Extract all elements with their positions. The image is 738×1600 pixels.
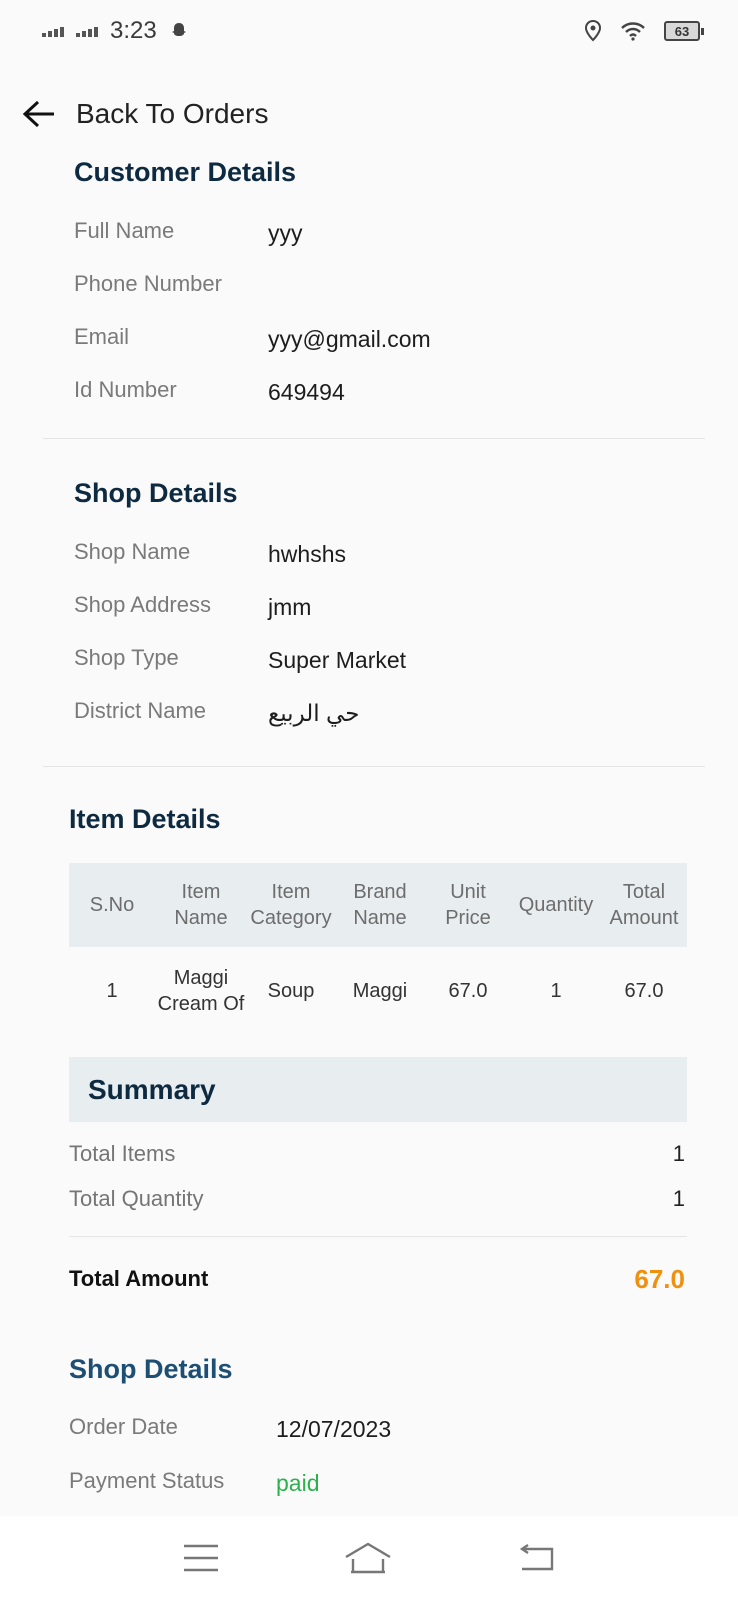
- table-row: 1 Maggi Cream Of Soup Maggi 67.0 1 67.0: [69, 947, 687, 1035]
- back-to-orders-button[interactable]: Back To Orders: [22, 92, 268, 136]
- customer-details-title: Customer Details: [74, 157, 297, 187]
- district-name-value: حي الربيع: [268, 700, 360, 726]
- table-cell: 1: [106, 980, 118, 1002]
- back-label: Back To Orders: [76, 98, 269, 129]
- column-header: Total Amount: [609, 881, 679, 929]
- table-cell: 67.0: [448, 980, 488, 1002]
- shop-name-value: hwhshs: [268, 541, 346, 567]
- column-header: Item Name: [174, 881, 228, 929]
- total-items-label: Total Items: [69, 1141, 176, 1166]
- shop-type-label: Shop Type: [74, 645, 179, 670]
- table-cell: 1: [550, 980, 562, 1002]
- table-cell: 67.0: [624, 980, 664, 1002]
- arrow-left-icon: [22, 100, 54, 128]
- items-table: S.No Item Name Item Category Brand Name …: [69, 863, 687, 1035]
- divider: [43, 438, 705, 439]
- battery-icon: 63: [664, 21, 704, 41]
- order-details-title: Shop Details: [69, 1354, 233, 1384]
- table-cell: Maggi Cream Of: [157, 967, 245, 1015]
- shop-address-value: jmm: [268, 594, 312, 620]
- total-amount-label: Total Amount: [69, 1266, 209, 1291]
- item-details-title: Item Details: [69, 804, 221, 834]
- system-nav-bar: [0, 1516, 738, 1600]
- snapchat-icon: [171, 23, 186, 36]
- shop-type-value: Super Market: [268, 647, 407, 673]
- summary-title: Summary: [88, 1073, 216, 1105]
- summary-header: Summary: [69, 1057, 687, 1122]
- phone-number-label: Phone Number: [74, 271, 222, 296]
- full-name-label: Full Name: [74, 218, 175, 243]
- id-number-value: 649494: [268, 379, 345, 405]
- divider: [69, 1236, 687, 1237]
- email-label: Email: [74, 324, 130, 349]
- wifi-icon: [621, 22, 645, 41]
- home-icon[interactable]: [343, 1541, 393, 1575]
- full-name-value: yyy: [268, 220, 303, 246]
- divider: [43, 766, 705, 767]
- payment-status-value: paid: [276, 1470, 320, 1496]
- status-left: 3:23: [42, 17, 189, 45]
- column-header: Brand Name: [353, 881, 407, 929]
- table-header: S.No Item Name Item Category Brand Name …: [69, 863, 687, 947]
- menu-icon[interactable]: [182, 1543, 220, 1573]
- payment-status-label: Payment Status: [69, 1468, 225, 1493]
- shop-details-title: Shop Details: [74, 478, 238, 508]
- column-header: Quantity: [518, 894, 594, 916]
- column-header: Item Category: [250, 881, 332, 929]
- id-number-label: Id Number: [74, 377, 177, 402]
- column-header: S.No: [89, 894, 135, 916]
- table-cell: Maggi: [352, 980, 408, 1002]
- total-items-value: 1: [672, 1141, 685, 1166]
- status-right: 63: [584, 20, 704, 42]
- total-amount-value: 67.0: [634, 1264, 685, 1294]
- email-value: yyy@gmail.com: [268, 326, 431, 352]
- status-time: 3:23: [110, 17, 157, 44]
- order-date-label: Order Date: [69, 1414, 178, 1439]
- district-name-label: District Name: [74, 698, 207, 723]
- back-icon[interactable]: [516, 1543, 556, 1573]
- table-cell: Soup: [267, 980, 315, 1002]
- signal-icon: [42, 25, 64, 37]
- shop-name-label: Shop Name: [74, 539, 191, 564]
- total-quantity-label: Total Quantity: [69, 1186, 204, 1211]
- order-date-value: 12/07/2023: [276, 1416, 392, 1442]
- column-header: Unit Price: [445, 881, 491, 929]
- signal-icon-2: [76, 25, 98, 37]
- total-quantity-value: 1: [672, 1186, 685, 1211]
- location-icon: [584, 20, 602, 42]
- status-bar: 3:23 63: [0, 0, 738, 62]
- shop-address-label: Shop Address: [74, 592, 211, 617]
- battery-level: 63: [674, 23, 690, 39]
